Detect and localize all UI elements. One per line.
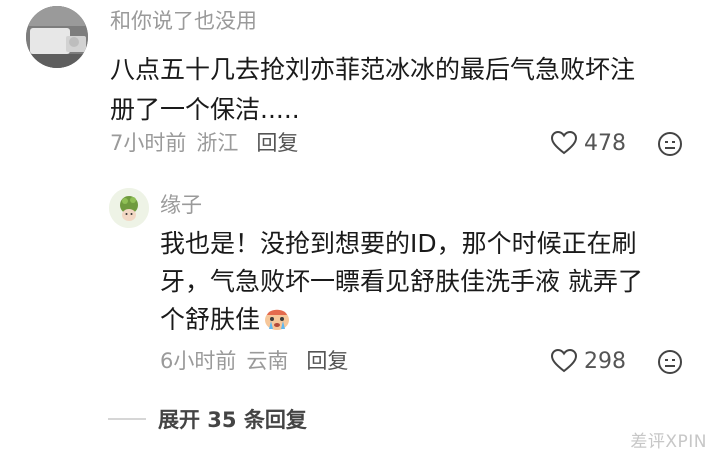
reply-text-line: 我也是！没抢到想要的ID，那个时候正在刷 [160, 229, 637, 258]
reply-reply-button[interactable]: 回复 [306, 349, 348, 373]
heart-outline-icon [550, 348, 578, 373]
heart-outline-icon [550, 130, 578, 155]
divider [108, 418, 146, 420]
comment-text: 八点五十几去抢刘亦菲范冰冰的最后气急败坏注 册了一个保洁..... [110, 50, 635, 130]
expand-replies-button[interactable]: 展开 35 条回复 [158, 404, 307, 434]
crying-face-emoji [265, 309, 290, 330]
reply-location: 云南 [246, 349, 289, 373]
reply-avatar-image [109, 188, 149, 228]
reply-like-count: 298 [584, 348, 626, 374]
like-count: 478 [584, 130, 626, 156]
sad-face-icon [658, 350, 682, 374]
reply-text-line: 牙，气急败坏一瞟看见舒肤佳洗手液 就弄了 [160, 267, 643, 296]
comment-text-line: 八点五十几去抢刘亦菲范冰冰的最后气急败坏注 [110, 55, 636, 84]
reply-dislike-button[interactable] [657, 349, 683, 379]
sad-face-icon [658, 132, 682, 156]
avatar[interactable] [26, 6, 88, 68]
reply-avatar[interactable] [109, 188, 149, 228]
reply-text-line: 个舒肤佳 [160, 301, 643, 339]
comment-text-line: 册了一个保洁..... [110, 95, 300, 124]
comment-meta: 7小时前 浙江 回复 [110, 133, 298, 154]
avatar-image [26, 6, 88, 68]
reply-button[interactable]: 回复 [256, 131, 298, 155]
comment-location: 浙江 [196, 131, 239, 155]
comment-username[interactable]: 和你说了也没用 [110, 11, 257, 32]
reply-like-button[interactable]: 298 [550, 348, 626, 374]
dislike-button[interactable] [657, 131, 683, 161]
reply-text: 我也是！没抢到想要的ID，那个时候正在刷 牙，气急败坏一瞟看见舒肤佳洗手液 就弄… [160, 225, 643, 339]
reply-time: 6小时前 [160, 349, 237, 373]
like-button[interactable]: 478 [550, 130, 626, 156]
comment-time: 7小时前 [110, 131, 187, 155]
reply-text-line-content: 个舒肤佳 [160, 305, 261, 334]
watermark: 差评XPIN [630, 432, 707, 452]
reply-username[interactable]: 缘子 [160, 195, 202, 216]
reply-meta: 6小时前 云南 回复 [160, 351, 348, 372]
